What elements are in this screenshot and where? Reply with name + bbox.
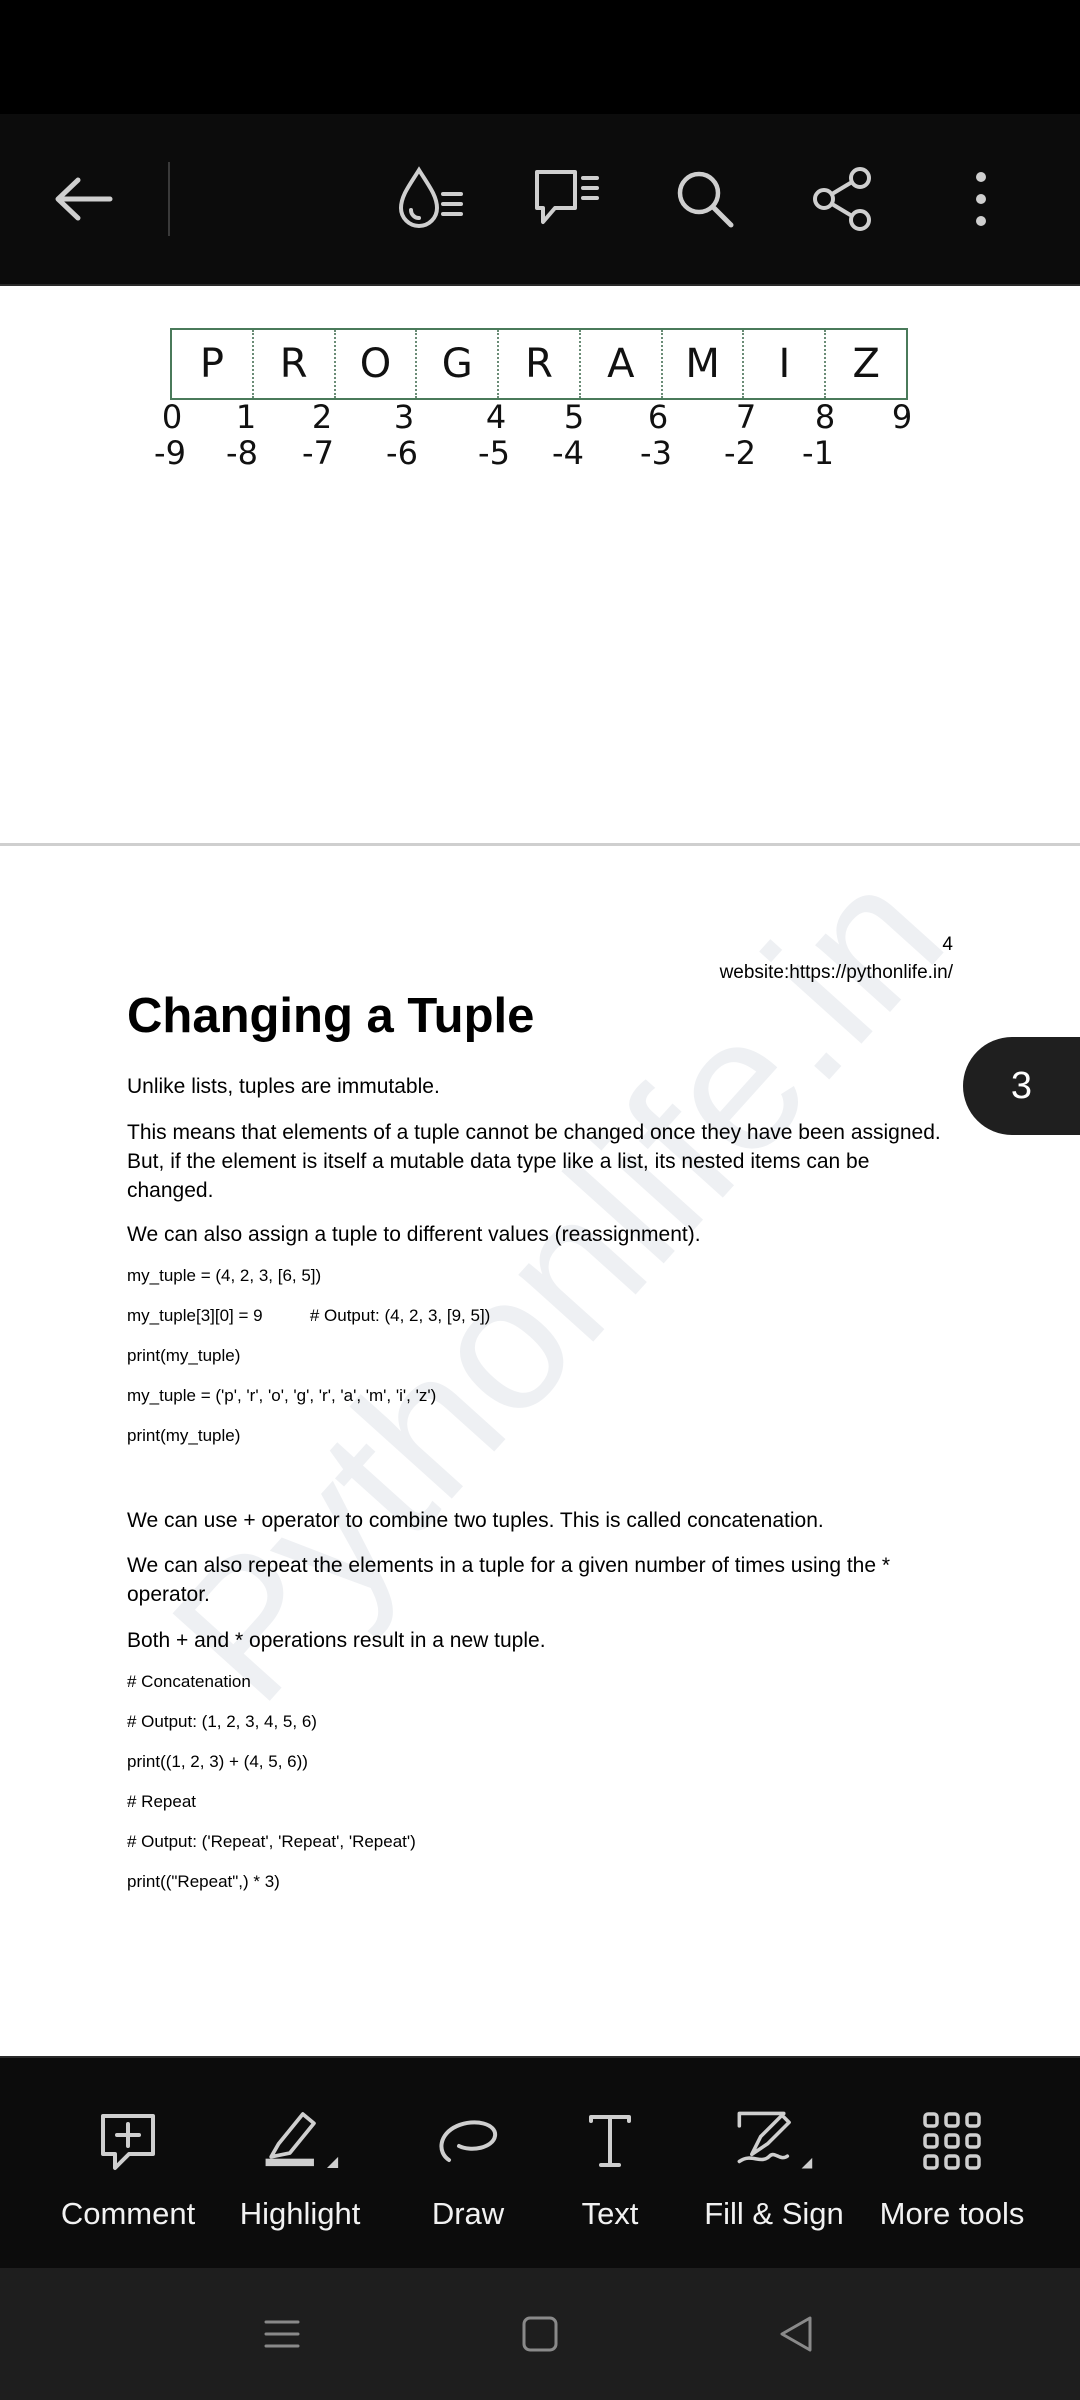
positive-index: 1	[235, 398, 257, 436]
page-indicator-badge[interactable]: 3	[963, 1037, 1080, 1135]
highlight-tool[interactable]: Highlight	[220, 2058, 380, 2270]
pdf-page-4[interactable]: Pythonlife.in 4 website:https://pythonli…	[0, 829, 1080, 2054]
positive-index: 3	[393, 398, 415, 436]
more-options-button[interactable]	[936, 154, 1026, 244]
paragraph: We can also repeat the elements in a tup…	[127, 1554, 891, 1606]
text-icon	[589, 2115, 631, 2167]
paragraph: Both + and * operations result in a new …	[127, 1629, 546, 1652]
negative-index: -9	[154, 434, 186, 472]
positive-index: 0	[161, 398, 183, 436]
positive-index: 7	[735, 398, 757, 436]
bottom-tools-bar: Comment Highlight Draw Text Fill & Sign …	[0, 2056, 1080, 2270]
positive-index: 9	[891, 398, 913, 436]
paragraph: This means that elements of a tuple cann…	[127, 1121, 941, 1202]
letter-cell: P	[172, 330, 254, 398]
code-line: print(my_tuple)	[127, 1346, 241, 1365]
negative-index: -3	[640, 434, 672, 472]
status-bar	[0, 0, 1080, 114]
tool-label: Fill & Sign	[704, 2196, 844, 2231]
negative-index: -4	[552, 434, 584, 472]
comments-list-icon	[535, 170, 599, 224]
negative-index: -5	[478, 434, 510, 472]
code-line: my_tuple = (4, 2, 3, [6, 5])	[127, 1266, 322, 1285]
page-gap	[0, 846, 1080, 876]
positive-index: 8	[814, 398, 836, 436]
letter-cell: R	[499, 330, 581, 398]
letter-cell: G	[417, 330, 500, 398]
more-tools[interactable]: More tools	[872, 2058, 1032, 2270]
grid-icon	[923, 2112, 981, 2170]
negative-index: -8	[226, 434, 258, 472]
search-icon	[677, 171, 734, 228]
liquid-mode-button[interactable]	[386, 154, 476, 244]
top-toolbar	[0, 114, 1080, 286]
positive-index: 4	[485, 398, 507, 436]
website-header: website:https://pythonlife.in/	[719, 962, 953, 983]
recent-apps-icon	[264, 2320, 300, 2348]
positive-index: 6	[647, 398, 669, 436]
letter-cell: I	[744, 330, 827, 398]
fill-sign-tool[interactable]: Fill & Sign	[694, 2058, 854, 2270]
home-icon	[522, 2316, 558, 2352]
tool-label: Highlight	[239, 2196, 361, 2231]
draw-icon	[439, 2120, 497, 2162]
more-options-icon	[976, 172, 986, 226]
search-button[interactable]	[660, 154, 750, 244]
page-heading: Changing a Tuple	[127, 989, 535, 1043]
comment-add-icon	[101, 2114, 155, 2170]
code-line: print(my_tuple)	[127, 1426, 241, 1445]
paragraph: We can use + operator to combine two tup…	[127, 1509, 824, 1532]
tool-label: Draw	[431, 2196, 505, 2231]
code-line: # Output: ('Repeat', 'Repeat', 'Repeat')	[127, 1832, 416, 1851]
negative-index-row: -9 -8 -7 -6 -5 -4 -3 -2 -1	[0, 434, 1080, 474]
code-line: my_tuple = ('p', 'r', 'o', 'g', 'r', 'a'…	[127, 1386, 437, 1405]
liquid-mode-icon	[398, 166, 463, 228]
code-line: my_tuple[3][0] = 9 # Output: (4, 2, 3, […	[127, 1306, 491, 1325]
paragraph: We can also assign a tuple to different …	[127, 1223, 701, 1246]
draw-tool[interactable]: Draw	[388, 2058, 548, 2270]
code-line: # Output: (1, 2, 3, 4, 5, 6)	[127, 1712, 317, 1731]
highlighter-icon	[265, 2112, 339, 2168]
tool-label: Comment	[60, 2196, 196, 2231]
back-button[interactable]	[38, 154, 128, 244]
home-button[interactable]	[500, 2304, 580, 2364]
string-index-diagram: P R O G R A M I Z	[170, 328, 908, 400]
back-nav-button[interactable]	[756, 2304, 836, 2364]
positive-index-row: 0 1 2 3 4 5 6 7 8 9	[0, 398, 1080, 438]
recent-apps-button[interactable]	[242, 2304, 322, 2364]
letter-cell: A	[581, 330, 663, 398]
letter-cell: Z	[852, 341, 880, 387]
comment-tool[interactable]: Comment	[48, 2058, 208, 2270]
system-navigation-bar	[0, 2268, 1080, 2400]
back-arrow-icon	[55, 177, 113, 221]
letter-cell: O	[336, 330, 418, 398]
share-button[interactable]	[798, 154, 888, 244]
toolbar-divider	[168, 162, 170, 236]
letter-cell: R	[254, 330, 336, 398]
code-line: # Repeat	[127, 1792, 196, 1811]
code-line: print(("Repeat",) * 3)	[127, 1872, 280, 1891]
negative-index: -1	[802, 434, 834, 472]
text-tool[interactable]: Text	[530, 2058, 690, 2270]
negative-index: -7	[302, 434, 334, 472]
comments-list-button[interactable]	[522, 154, 612, 244]
fill-sign-icon	[737, 2111, 813, 2169]
pdf-page-3[interactable]: P R O G R A M I Z 0 1 2 3 4 5 6 7 8 9 -9…	[0, 286, 1080, 846]
tool-label: Text	[581, 2196, 639, 2231]
paragraph: Unlike lists, tuples are immutable.	[127, 1075, 440, 1098]
code-line: print((1, 2, 3) + (4, 5, 6))	[127, 1752, 308, 1771]
share-icon	[813, 167, 871, 231]
negative-index: -2	[724, 434, 756, 472]
code-line: # Concatenation	[127, 1672, 251, 1691]
page-number: 4	[942, 934, 953, 955]
letter-cell: M	[663, 330, 745, 398]
positive-index: 2	[311, 398, 333, 436]
back-icon	[780, 2316, 812, 2352]
tool-label: More tools	[879, 2196, 1025, 2231]
negative-index: -6	[386, 434, 418, 472]
positive-index: 5	[563, 398, 585, 436]
